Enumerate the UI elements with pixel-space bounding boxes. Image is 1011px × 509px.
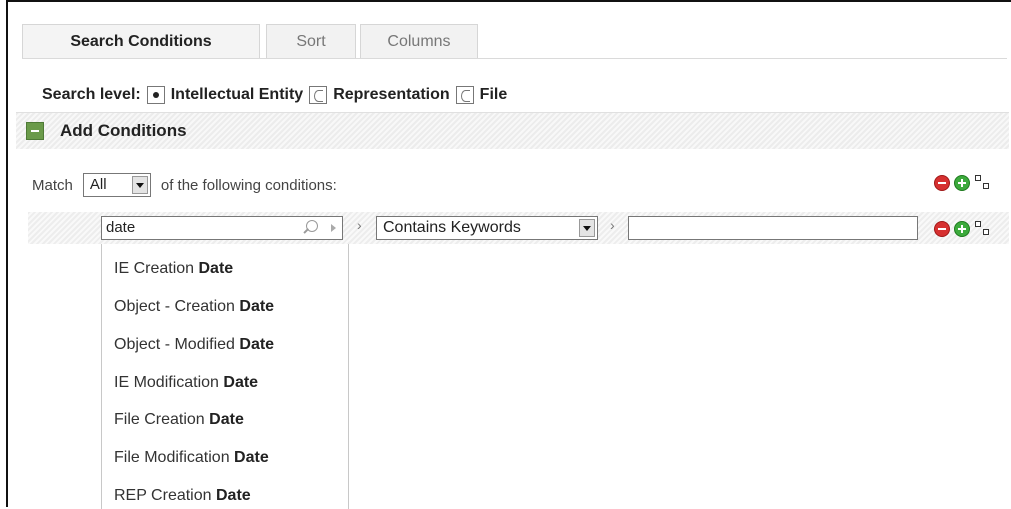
suggestion-text: IE Creation [114,260,199,277]
suggestion-item[interactable]: IE Creation Date [114,260,233,278]
add-condition-icon[interactable] [954,221,970,237]
condition-row: date › Contains Keywords › [28,212,1009,244]
collapse-icon[interactable] [26,122,44,140]
radio-intellectual-entity[interactable] [146,86,165,104]
add-conditions-header: Add Conditions [16,112,1009,149]
operator-select[interactable]: Contains Keywords [376,216,598,240]
match-select[interactable]: All [82,173,151,197]
suggestion-item[interactable]: File Modification Date [114,449,269,467]
match-prefix: Match [32,176,73,194]
suggestion-match: Date [234,449,269,466]
radio-file[interactable] [455,86,474,104]
suggestion-item[interactable]: Object - Modified Date [114,336,274,354]
field-expand-icon[interactable] [331,224,336,232]
suggestion-text: Object - Creation [114,298,240,315]
tab-columns[interactable]: Columns [360,24,478,58]
search-panel: Search Conditions Sort Columns Search le… [6,0,1011,509]
suggestion-item[interactable]: Object - Creation Date [114,298,274,316]
suggestion-match: Date [239,336,275,353]
suggestion-text: Object - Modified [114,336,240,353]
search-level-row: Search level: Intellectual Entity Repres… [42,82,507,108]
condition-value-input[interactable] [628,216,918,240]
chevron-right-icon: › [610,217,615,233]
radio-label-representation: Representation [333,86,450,103]
add-condition-icon[interactable] [954,175,970,191]
suggestion-match: Date [209,411,244,428]
suggestion-text: REP Creation [114,487,216,504]
tab-divider [22,58,1007,59]
match-row: Match All of the following conditions: [32,170,337,200]
remove-condition-icon[interactable] [934,221,950,237]
tab-sort[interactable]: Sort [266,24,356,58]
operator-select-value: Contains Keywords [383,219,521,236]
match-select-value: All [89,176,107,193]
search-level-label: Search level: [42,86,141,103]
radio-representation[interactable] [309,86,328,104]
suggestion-text: File Modification [114,449,235,466]
field-search-input[interactable]: date [101,216,343,240]
suggestion-text: IE Modification [114,374,224,391]
suggestion-match: Date [239,298,275,315]
tab-search-conditions[interactable]: Search Conditions [22,24,260,58]
suggestion-match: Date [223,374,259,391]
field-suggestions-dropdown: IE Creation Date Object - Creation Date … [101,244,349,509]
radio-label-file: File [479,86,508,103]
chevron-down-icon[interactable] [579,219,595,237]
field-search-value: date [106,219,136,236]
suggestion-item[interactable]: IE Modification Date [114,374,258,392]
add-group-icon[interactable] [974,174,992,192]
suggestion-item[interactable]: REP Creation Date [114,487,251,505]
group-actions [934,174,992,192]
suggestion-text: File Creation [114,411,210,428]
chevron-right-icon: › [357,217,362,233]
suggestion-match: Date [198,260,234,277]
suggestion-match: Date [215,487,251,504]
condition-actions [934,220,992,238]
remove-condition-icon[interactable] [934,175,950,191]
radio-label-intellectual-entity: Intellectual Entity [170,86,304,103]
suggestion-item[interactable]: File Creation Date [114,411,244,429]
match-suffix: of the following conditions: [160,176,337,194]
chevron-down-icon[interactable] [131,176,148,194]
add-conditions-label: Add Conditions [60,121,187,140]
add-group-icon[interactable] [974,220,992,238]
search-icon[interactable] [306,220,318,232]
